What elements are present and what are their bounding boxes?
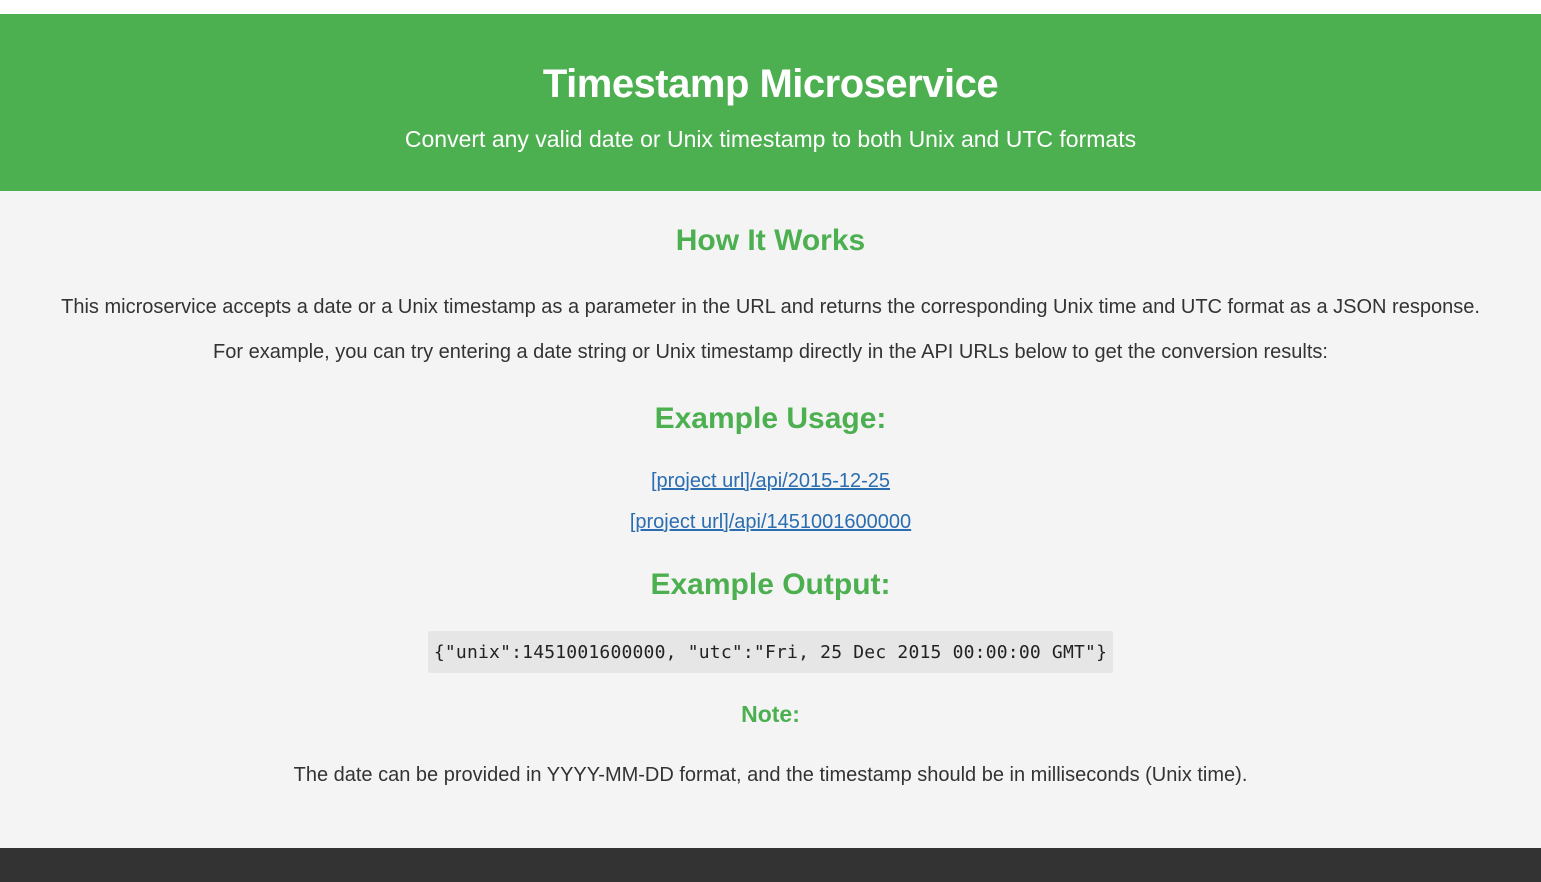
example-link-row: [project url]/api/1451001600000 — [0, 509, 1541, 535]
page-footer — [0, 848, 1541, 882]
example-output-code: {"unix":1451001600000, "utc":"Fri, 25 De… — [427, 631, 1114, 673]
page-subtitle: Convert any valid date or Unix timestamp… — [404, 126, 1137, 152]
example-output-heading: Example Output: — [650, 568, 891, 601]
main-content: How It Works This microservice accepts a… — [0, 191, 1541, 848]
note-text: The date can be provided in YYYY-MM-DD f… — [293, 763, 1248, 786]
description-paragraph: This microservice accepts a date or a Un… — [61, 296, 1480, 318]
page-header: Timestamp Microservice Convert any valid… — [0, 14, 1541, 191]
example-usage-heading: Example Usage: — [654, 402, 887, 435]
top-strip — [0, 0, 1541, 14]
note-heading: Note: — [741, 701, 800, 727]
how-it-works-heading: How It Works — [675, 224, 866, 257]
code-block-wrapper: {"unix":1451001600000, "utc":"Fri, 25 De… — [0, 631, 1541, 673]
page-title: Timestamp Microservice — [542, 62, 999, 106]
example-link-timestamp[interactable]: [project url]/api/1451001600000 — [630, 511, 911, 533]
example-link-row: [project url]/api/2015-12-25 — [0, 468, 1541, 494]
example-link-date[interactable]: [project url]/api/2015-12-25 — [651, 470, 890, 492]
example-intro-paragraph: For example, you can try entering a date… — [213, 341, 1328, 363]
